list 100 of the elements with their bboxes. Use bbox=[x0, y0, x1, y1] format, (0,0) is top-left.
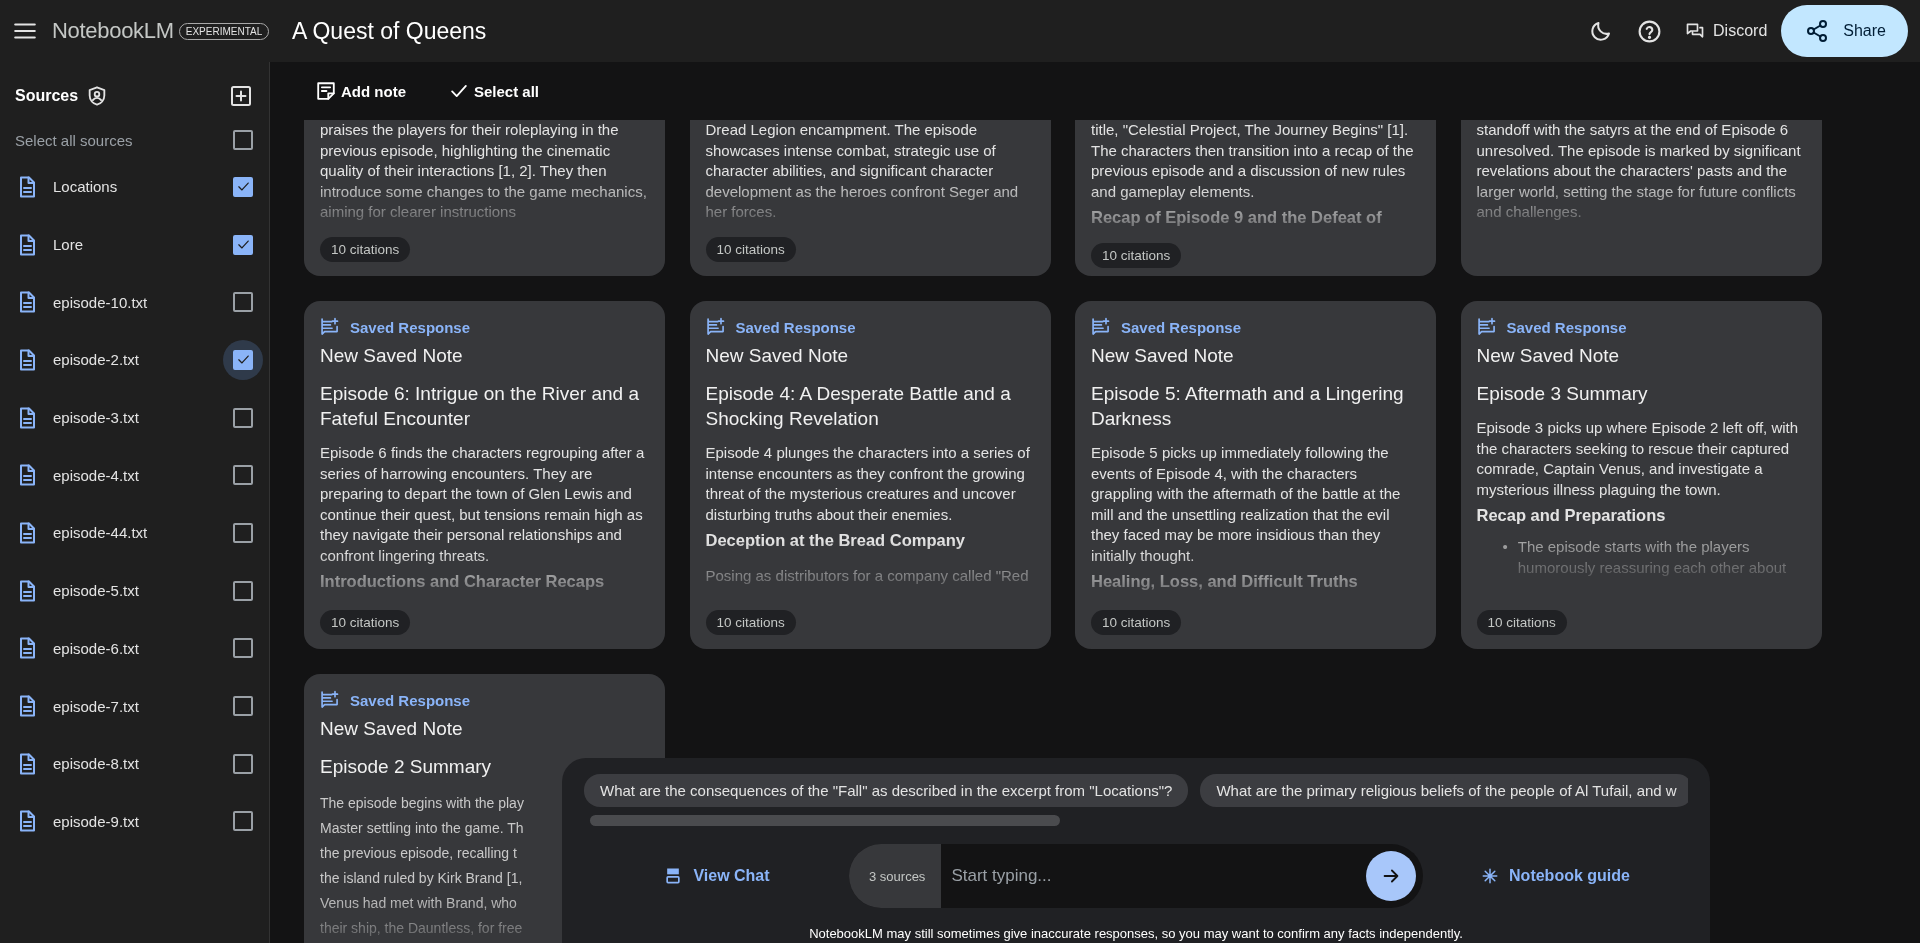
source-name[interactable]: episode-44.txt bbox=[39, 524, 223, 542]
note-text: The episode begins with the play Master settling into the game. Th the previous episode, recalling t the island ruled by Kirk Brand [1, Venus had met with Brand, who their ship, the Dauntless, for free bbox=[320, 794, 524, 938]
share-icon bbox=[1805, 19, 1830, 43]
source-name[interactable]: episode-6.txt bbox=[39, 639, 223, 657]
note-card[interactable]: Dread Legion encampment. The episode showcases intense combat, strategic use of character abilities, and significant character development as the heroes confront Seger and her forces. 10 citations bbox=[689, 120, 1051, 276]
note-heading: Episode 4: A Desperate Battle and a Shocking Revelation bbox=[705, 382, 1012, 431]
suggested-question[interactable]: What are the consequences of the "Fall" as described in the excerpt from "Locations"? bbox=[584, 774, 1189, 807]
checkbox[interactable] bbox=[233, 580, 253, 601]
note-title: New Saved Note bbox=[1476, 345, 1621, 367]
note-icon bbox=[315, 80, 337, 102]
section-heading: Healing, Loss, and Difficult Truths bbox=[1091, 571, 1359, 592]
note-text: praises the players for their roleplaying in the previous episode, highlighting the cinematic quality of their interactions [1, 2]. They then introduce some changes to the game mechanics, aiming for clearer instructions bbox=[320, 120, 648, 222]
source-name[interactable]: Lore bbox=[39, 236, 223, 254]
checkbox[interactable] bbox=[233, 176, 253, 197]
citations-chip[interactable]: 10 citations bbox=[320, 237, 411, 262]
note-sparkle-icon bbox=[320, 317, 340, 337]
chat-bubbles-icon bbox=[1685, 21, 1706, 41]
note-text: standoff with the satyrs at the end of Episode 6 unresolved. The episode is marked by significant revelations about the characters' pasts and the larger world, setting the stage for future conflicts and challenges. bbox=[1476, 120, 1802, 222]
saved-response-label: Saved Response bbox=[1091, 317, 1420, 337]
note-heading: Episode 2 Summary bbox=[320, 755, 493, 779]
checkbox[interactable] bbox=[233, 522, 253, 543]
checkbox[interactable] bbox=[233, 465, 253, 486]
note-sparkle-icon bbox=[705, 317, 726, 337]
note-title: New Saved Note bbox=[320, 718, 464, 740]
note-title: New Saved Note bbox=[320, 345, 464, 367]
source-name[interactable]: episode-5.txt bbox=[39, 582, 223, 600]
share-button[interactable]: Share bbox=[1781, 5, 1908, 57]
help-icon[interactable] bbox=[1636, 18, 1662, 44]
chat-input[interactable]: 3 sources Start typing... bbox=[849, 844, 1423, 908]
sparkle-icon bbox=[1481, 867, 1500, 885]
citations-chip[interactable]: 10 citations bbox=[320, 610, 411, 635]
checkbox[interactable] bbox=[233, 696, 253, 717]
scrollbar-thumb[interactable] bbox=[590, 815, 1060, 826]
view-chat-link[interactable]: View Chat bbox=[663, 866, 770, 886]
note-heading: Episode 6: Intrigue on the River and a Fateful Encounter bbox=[320, 382, 640, 431]
note-card[interactable] bbox=[1075, 301, 1436, 649]
saved-response-label: Saved Response bbox=[705, 317, 1035, 337]
saved-response-label: Saved Response bbox=[320, 317, 649, 337]
source-name[interactable]: episode-8.txt bbox=[39, 755, 223, 773]
bullet-point: The episode starts with the players humorously reassuring each other about bbox=[1517, 537, 1788, 578]
note-sparkle-icon bbox=[1091, 317, 1111, 337]
note-heading: Episode 5: Aftermath and a Lingering Darkness bbox=[1091, 382, 1405, 431]
checkbox[interactable] bbox=[233, 349, 253, 370]
section-heading: Introductions and Character Recaps bbox=[320, 571, 606, 592]
discord-link[interactable]: Discord bbox=[1677, 21, 1776, 41]
checkbox[interactable] bbox=[233, 638, 253, 659]
citations-chip[interactable]: 10 citations bbox=[1091, 610, 1182, 635]
add-source-icon[interactable] bbox=[229, 84, 253, 108]
checkbox[interactable] bbox=[233, 753, 253, 774]
saved-response-label: Saved Response bbox=[1476, 317, 1806, 337]
note-title: New Saved Note bbox=[1091, 345, 1235, 367]
source-name[interactable]: episode-4.txt bbox=[39, 466, 223, 484]
section-heading: Recap of Episode 9 and the Defeat of bbox=[1091, 207, 1383, 228]
suggested-question[interactable]: What are the primary religious beliefs of the people of Al Tufail, and w bbox=[1200, 774, 1688, 807]
note-card[interactable] bbox=[1075, 120, 1436, 276]
source-count[interactable]: 3 sources bbox=[849, 844, 942, 908]
note-text: Episode 6 finds the characters regrouping after a series of harrowing encounters. They are preparing to depart the town of Glen Lewis and continue their quest, but tensions remain high as they navigate their personal relationships and confront lingering threats. bbox=[320, 443, 646, 566]
source-name[interactable]: episode-10.txt bbox=[39, 293, 223, 311]
note-card[interactable] bbox=[304, 120, 665, 276]
note-card[interactable] bbox=[1460, 301, 1822, 649]
disclaimer-text: NotebookLM may still sometimes give inaccurate responses, so you may want to confirm any facts independently. bbox=[808, 926, 1464, 941]
notebook-title: A Quest of Queens bbox=[291, 17, 488, 45]
note-card[interactable] bbox=[1460, 120, 1822, 276]
note-card[interactable] bbox=[304, 301, 665, 649]
notebook-guide-link[interactable]: Notebook guide bbox=[1481, 867, 1630, 885]
select-all-label: Select all sources bbox=[15, 131, 134, 149]
source-name[interactable]: episode-2.txt bbox=[39, 351, 223, 369]
citations-chip[interactable]: 10 citations bbox=[1476, 610, 1567, 635]
source-name[interactable]: episode-9.txt bbox=[39, 812, 223, 830]
note-text: Posing as distributors for a company called "Red bbox=[705, 566, 1030, 586]
bullet-marker: • bbox=[1502, 537, 1508, 557]
note-text: Dread Legion encampment. The episode showcases intense combat, strategic use of character abilities, and significant character development as the heroes confront Seger and her forces. bbox=[705, 120, 1020, 222]
app-logo: NotebookLM bbox=[52, 18, 174, 44]
note-text: Episode 4 plunges the characters into a series of intense encounters as they confront the growing threat of the mysterious creatures and uncover disturbing truths about their enemies. bbox=[705, 443, 1031, 525]
note-card[interactable] bbox=[689, 301, 1051, 649]
section-heading: Deception at the Bread Company bbox=[705, 530, 966, 551]
checkbox[interactable] bbox=[233, 234, 253, 255]
note-text: title, "Celestial Project, The Journey Begins" [1]. The characters then transition into a recap of the previous episode and a discussion of new rules and gameplay elements. bbox=[1091, 120, 1415, 202]
sources-heading: Sources bbox=[15, 87, 79, 105]
note-sparkle-icon bbox=[320, 690, 340, 710]
citations-chip[interactable]: 10 citations bbox=[705, 237, 796, 262]
checkbox[interactable] bbox=[233, 292, 253, 313]
checkbox[interactable] bbox=[233, 407, 253, 428]
section-heading: Recap and Preparations bbox=[1476, 505, 1667, 526]
note-text: Episode 3 picks up where Episode 2 left off, with the characters seeking to rescue their captured comrade, Captain Venus, and investigate a mysterious illness plaguing the town. bbox=[1476, 418, 1800, 500]
saved-response-label: Saved Response bbox=[320, 690, 649, 710]
citations-chip[interactable]: 10 citations bbox=[705, 610, 796, 635]
source-name[interactable]: episode-7.txt bbox=[39, 697, 223, 715]
note-heading: Episode 3 Summary bbox=[1476, 382, 1649, 406]
checkbox[interactable] bbox=[233, 811, 253, 832]
note-sparkle-icon bbox=[1476, 317, 1497, 337]
source-name[interactable]: Locations bbox=[39, 178, 223, 196]
note-title: New Saved Note bbox=[705, 345, 850, 367]
select-all-button[interactable]: Select all bbox=[448, 80, 540, 102]
send-button[interactable] bbox=[1366, 851, 1416, 901]
note-text: Episode 5 picks up immediately following the events of Episode 4, with the characters grappling with the aftermath of the battle at the mill and the unsettling realization that the evil they faced may be more insidious than they initially thought. bbox=[1091, 443, 1402, 566]
add-note-button[interactable]: Add note bbox=[315, 80, 406, 102]
citations-chip[interactable]: 10 citations bbox=[1091, 243, 1182, 268]
source-name[interactable]: episode-3.txt bbox=[39, 409, 223, 427]
checkbox[interactable] bbox=[233, 130, 253, 150]
